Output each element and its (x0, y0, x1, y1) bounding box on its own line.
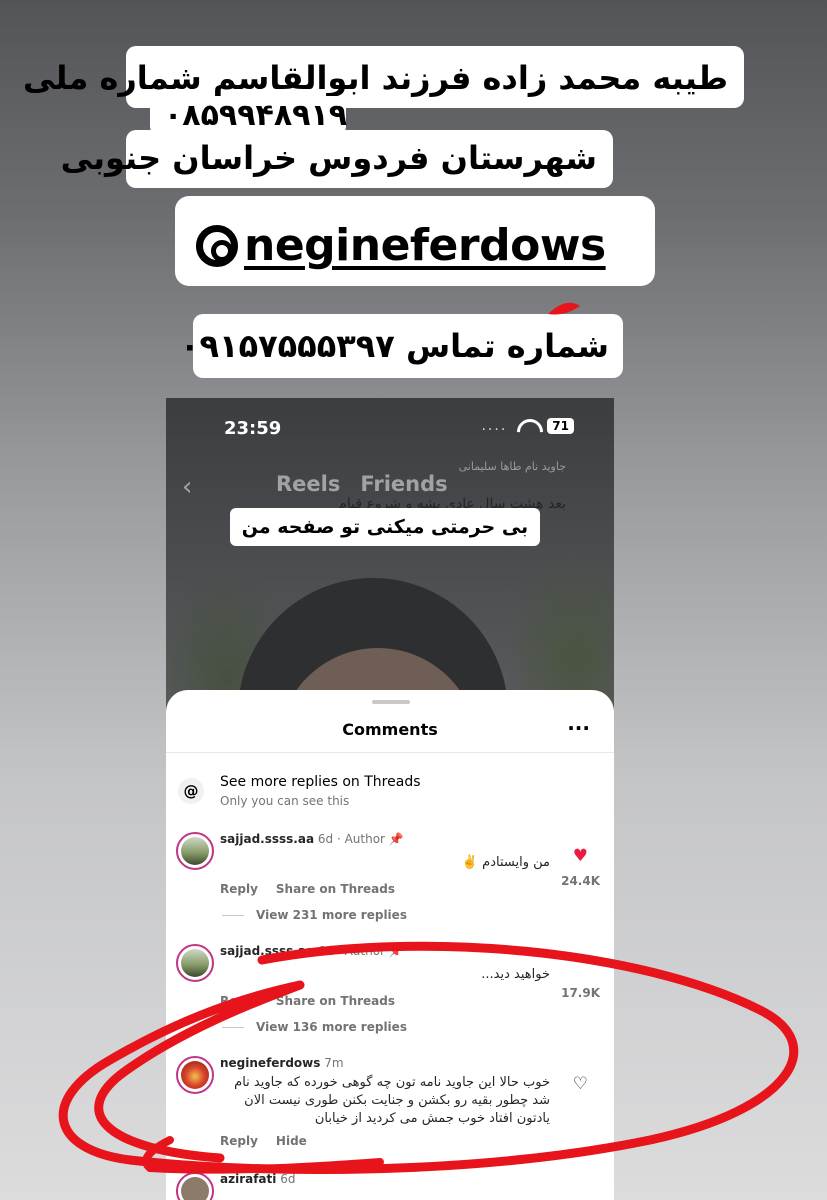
like-count: 17.9K (561, 986, 600, 1000)
signal-dots-icon: .... (481, 418, 508, 434)
comment-actions: Reply Share on Threads (220, 882, 600, 896)
status-time: 23:59 (224, 418, 282, 439)
avatar[interactable] (176, 944, 214, 982)
comment-username[interactable]: sajjad.ssss.aa (220, 944, 314, 958)
caption-phone: شماره تماس ۰۹۱۵۷۵۵۵۳۹۷ (180, 314, 623, 378)
hide-button[interactable]: Hide (276, 1134, 307, 1148)
avatar-image (181, 1061, 209, 1089)
comments-sheet: Comments ··· @ See more replies on Threa… (166, 690, 614, 1200)
view-replies-button[interactable]: View 231 more replies (222, 908, 407, 922)
avatar-image (181, 837, 209, 865)
threads-prompt-title: See more replies on Threads (220, 774, 421, 790)
comment-body: negineferdows 7m خوب حالا این جاوید نامه… (220, 1056, 600, 1148)
tab-friends[interactable]: Friends (360, 472, 447, 496)
comment-meta: 6d (280, 1172, 296, 1186)
tab-reels[interactable]: Reels (276, 472, 340, 496)
comment-username[interactable]: azirafati (220, 1172, 276, 1186)
avatar-image (181, 1177, 209, 1200)
threads-prompt[interactable]: @ See more replies on Threads Only you c… (178, 774, 421, 808)
comment-header: negineferdows 7m (220, 1056, 600, 1070)
comment-item: negineferdows 7m خوب حالا این جاوید نامه… (176, 1056, 606, 1156)
wifi-icon (517, 419, 537, 433)
handle-link[interactable]: negineferdows (196, 220, 606, 271)
comment-body: sajjad.ssss.aa 6d · Author 📌 من وایستادم… (220, 832, 600, 896)
threads-prompt-text: See more replies on Threads Only you can… (220, 774, 421, 808)
caption-name-text: طیبه محمد زاده فرزند ابوالقاسم شماره ملی (23, 59, 728, 97)
handle-text: negineferdows (244, 220, 606, 271)
reply-button[interactable]: Reply (220, 1134, 258, 1148)
comment-actions: Reply Hide (220, 1134, 600, 1148)
comment-username[interactable]: negineferdows (220, 1056, 320, 1070)
caption-phone-text: شماره تماس ۰۹۱۵۷۵۵۵۳۹۷ (179, 327, 609, 365)
comment-username[interactable]: sajjad.ssss.aa (220, 832, 314, 846)
threads-icon: @ (178, 778, 204, 804)
threads-prompt-subtitle: Only you can see this (220, 794, 350, 808)
reply-button[interactable]: Reply (220, 994, 258, 1008)
reel-tabs: Reels Friends (276, 472, 448, 496)
avatar[interactable] (176, 1056, 214, 1094)
comment-meta: 6d · Author (317, 944, 385, 958)
phone-screenshot: 23:59 .... 71 ‹ جاوید نام طاها سلیمانی R… (166, 398, 614, 1200)
comment-header: sajjad.ssss.aa 6d · Author 📌 (220, 832, 600, 846)
comment-meta: 7m (324, 1056, 344, 1070)
caption-location-line: شهرستان فردوس خراسان جنوبی (61, 130, 613, 188)
reply-button[interactable]: Reply (220, 882, 258, 896)
national-id-text: ۰۸۵۹۹۴۸۹۱۹ (164, 98, 348, 133)
back-chevron-icon[interactable]: ‹ (182, 472, 192, 502)
view-replies-button[interactable]: View 136 more replies (222, 1020, 407, 1034)
comment-meta: 6d · Author (317, 832, 385, 846)
threads-logo-icon (196, 224, 238, 267)
reel-sticker: بی حرمتی میکنی تو صفحه من (230, 508, 540, 546)
red-annotation-mark (548, 302, 580, 315)
comments-title: Comments (342, 720, 438, 739)
comment-item: azirafati 6d (176, 1172, 606, 1200)
comment-text: خواهید دید... (481, 967, 550, 982)
avatar[interactable] (176, 832, 214, 870)
like-count: 24.4K (561, 874, 600, 888)
caption-location-text: شهرستان فردوس خراسان جنوبی (60, 139, 597, 177)
pin-icon: 📌 (388, 832, 404, 846)
comment-body: azirafati 6d (220, 1172, 600, 1186)
comment-header: sajjad.ssss.aa 6d · Author 📌 (220, 944, 600, 958)
sheet-divider (166, 752, 614, 753)
heart-filled-icon[interactable]: ♥ (573, 846, 588, 866)
status-icons: .... 71 (481, 418, 574, 434)
comment-text: خوب حالا این جاوید نامه تون چه گوهی خورد… (234, 1075, 550, 1126)
comment-body: sajjad.ssss.aa 6d · Author 📌 خواهید دید.… (220, 944, 600, 1008)
heart-outline-icon[interactable]: ♡ (573, 1074, 588, 1094)
sheet-grabber[interactable] (372, 700, 410, 704)
comment-text: من وایستادم ✌️ (461, 855, 550, 870)
share-on-threads-button[interactable]: Share on Threads (276, 994, 395, 1008)
battery-icon: 71 (547, 418, 574, 434)
share-on-threads-button[interactable]: Share on Threads (276, 882, 395, 896)
avatar[interactable] (176, 1172, 214, 1200)
pin-icon: 📌 (388, 944, 404, 958)
comment-actions: Reply Share on Threads (220, 994, 600, 1008)
comment-header: azirafati 6d (220, 1172, 600, 1186)
avatar-image (181, 949, 209, 977)
more-dots-icon[interactable]: ··· (567, 716, 590, 740)
